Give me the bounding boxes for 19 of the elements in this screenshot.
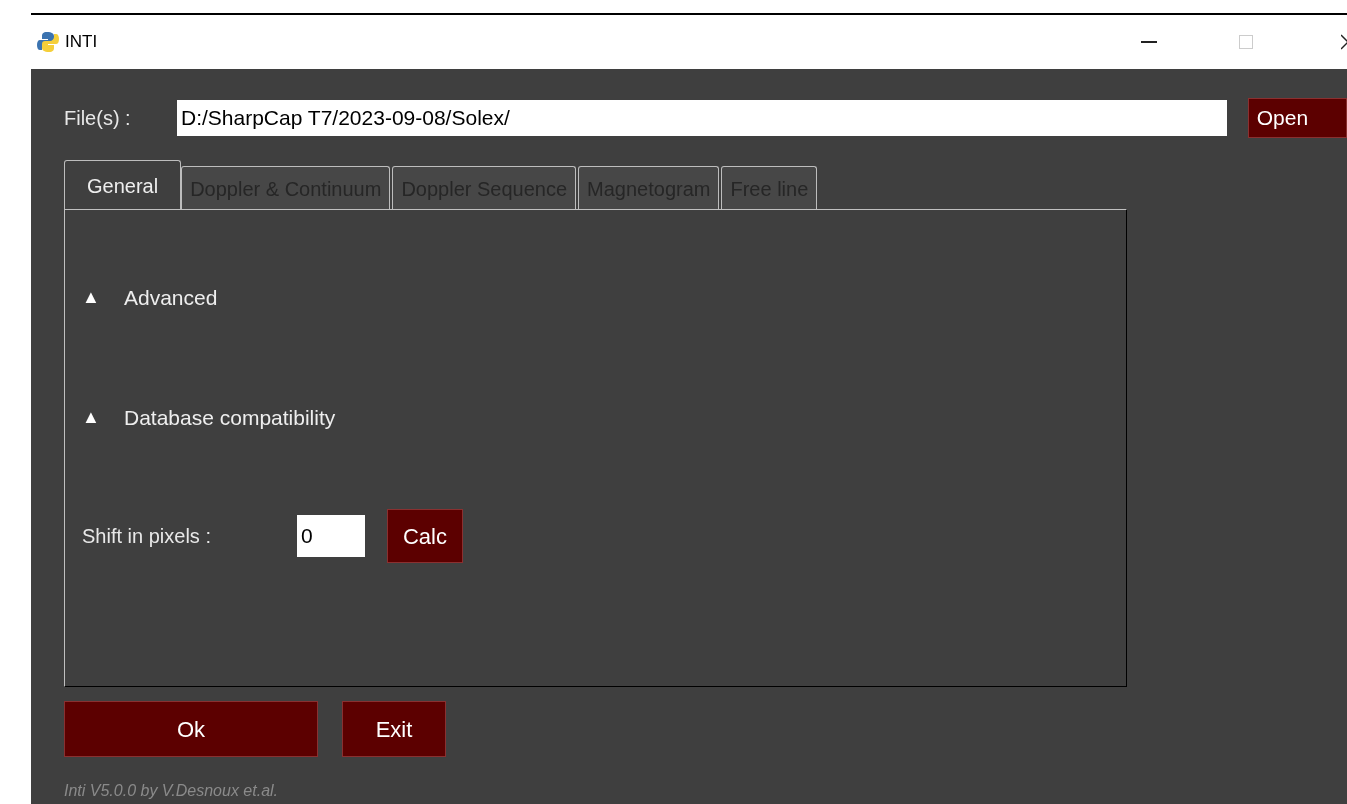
calc-button[interactable]: Calc <box>387 509 463 563</box>
close-icon[interactable] <box>1341 34 1347 50</box>
section-header[interactable]: Database compatibility <box>124 401 336 433</box>
minimize-icon[interactable] <box>1141 41 1157 43</box>
dialog-button[interactable]: Exit <box>342 701 446 757</box>
shift-field[interactable]: 0 <box>297 515 365 557</box>
version-text: Inti V5.0.0 by V.Desnoux et.al. <box>64 781 280 801</box>
python-logo-icon <box>37 31 59 53</box>
window-title: INTI <box>65 31 98 54</box>
open-button[interactable]: Open <box>1247 98 1347 138</box>
tab[interactable]: General <box>64 160 182 210</box>
collapse-toggle[interactable]: ▲ <box>82 284 124 312</box>
field-label: Shift in pixels : <box>82 524 212 549</box>
dialog-button[interactable]: Ok <box>64 701 318 757</box>
field-label: File(s) : <box>64 106 132 131</box>
file-path-field[interactable]: D:/SharpCap T7/2023-09-08/Solex/ <box>177 100 1227 136</box>
collapse-toggle[interactable]: ▲ <box>82 403 124 431</box>
section-header[interactable]: Advanced <box>124 282 218 314</box>
maximize-icon[interactable] <box>1239 35 1253 49</box>
